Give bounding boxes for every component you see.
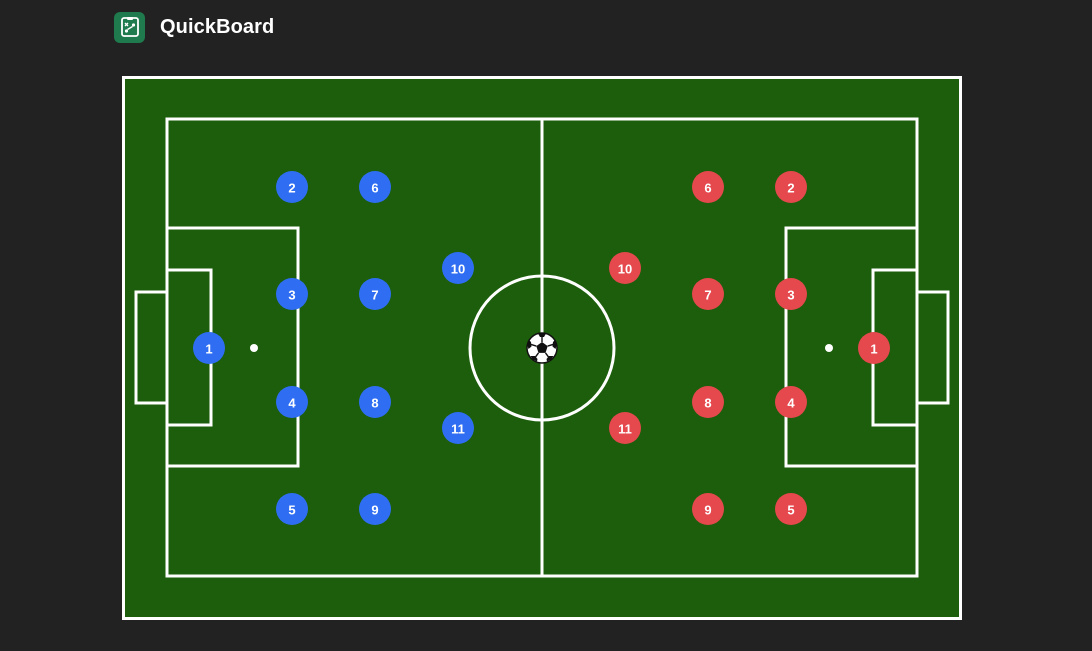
player-away-3[interactable]: 3	[775, 278, 807, 310]
player-number: 10	[618, 262, 632, 277]
player-away-4[interactable]: 4	[775, 386, 807, 418]
player-number: 2	[787, 181, 794, 196]
player-away-8[interactable]: 8	[692, 386, 724, 418]
player-number: 3	[288, 288, 295, 303]
player-home-2[interactable]: 2	[276, 171, 308, 203]
app-header: QuickBoard	[114, 11, 274, 43]
player-number: 4	[288, 396, 296, 411]
app-title: QuickBoard	[160, 15, 275, 38]
player-number: 3	[787, 288, 794, 303]
player-number: 11	[451, 422, 465, 437]
soccer-ball-icon[interactable]	[526, 332, 558, 364]
player-away-11[interactable]: 11	[609, 412, 641, 444]
player-away-10[interactable]: 10	[609, 252, 641, 284]
player-number: 11	[618, 422, 632, 437]
player-number: 1	[870, 342, 877, 357]
player-home-7[interactable]: 7	[359, 278, 391, 310]
player-number: 7	[704, 288, 711, 303]
player-home-11[interactable]: 11	[442, 412, 474, 444]
pitch: 12345678910111234567891011	[122, 76, 962, 620]
player-number: 8	[371, 396, 378, 411]
player-number: 5	[787, 503, 794, 518]
player-home-5[interactable]: 5	[276, 493, 308, 525]
player-number: 4	[787, 396, 795, 411]
player-number: 2	[288, 181, 295, 196]
player-number: 6	[371, 181, 378, 196]
player-home-4[interactable]: 4	[276, 386, 308, 418]
player-number: 1	[205, 342, 212, 357]
tactics-board-icon	[114, 11, 145, 43]
player-away-9[interactable]: 9	[692, 493, 724, 525]
player-away-6[interactable]: 6	[692, 171, 724, 203]
player-number: 9	[704, 503, 711, 518]
player-home-9[interactable]: 9	[359, 493, 391, 525]
player-number: 10	[451, 262, 465, 277]
penalty-spot-left	[250, 344, 258, 352]
player-number: 6	[704, 181, 711, 196]
player-away-2[interactable]: 2	[775, 171, 807, 203]
player-number: 7	[371, 288, 378, 303]
tactics-board[interactable]: 1 2 3 4 5 6 7 8 9 10 11 1 2 3 4 5 6 7 8 9 10 11	[122, 76, 962, 620]
player-number: 5	[288, 503, 295, 518]
player-home-8[interactable]: 8	[359, 386, 391, 418]
player-away-5[interactable]: 5	[775, 493, 807, 525]
player-number: 9	[371, 503, 378, 518]
player-home-1[interactable]: 1	[193, 332, 225, 364]
player-away-1[interactable]: 1	[858, 332, 890, 364]
player-home-6[interactable]: 6	[359, 171, 391, 203]
player-away-7[interactable]: 7	[692, 278, 724, 310]
player-number: 8	[704, 396, 711, 411]
player-home-3[interactable]: 3	[276, 278, 308, 310]
player-home-10[interactable]: 10	[442, 252, 474, 284]
penalty-spot-right	[825, 344, 833, 352]
